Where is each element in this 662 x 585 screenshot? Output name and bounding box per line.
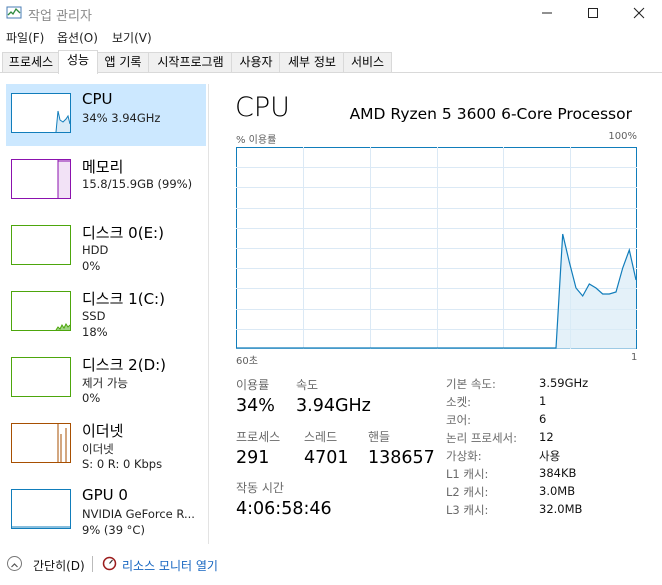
disk1-mini-graph [11,291,71,331]
utilization-label: 이용률 [236,378,270,392]
speed-label: 속도 [296,378,319,392]
device-name: GPU 0 [82,486,128,504]
menu-file[interactable]: 파일(F) [6,29,44,46]
uptime-label: 작동 시간 [236,481,284,495]
spec-sockets-label: 소켓: [446,395,472,409]
resource-monitor-icon [102,556,117,571]
device-name: 디스크 2(D:) [82,356,167,374]
uptime-value: 4:06:58:46 [236,499,332,519]
spec-cores-label: 코어: [446,413,472,427]
device-usage: 9% (39 °C) [82,523,145,537]
device-type: 이더넷 [82,442,114,456]
device-throughput: S: 0 R: 0 Kbps [82,457,163,471]
spec-base-speed-value: 3.59GHz [539,376,589,390]
spec-l3-cache-label: L3 캐시: [446,503,489,517]
tab-details[interactable]: 세부 정보 [279,52,345,72]
disk2-mini-graph [11,357,71,397]
tab-services[interactable]: 서비스 [343,52,392,72]
fewer-details-button[interactable]: 간단히(D) [33,557,85,574]
footer-separator [92,556,93,572]
device-usage: 0% [82,259,101,273]
tab-performance[interactable]: 성능 [58,50,98,74]
processes-value: 291 [236,448,270,468]
device-name: CPU [82,90,113,108]
footer-bar: 간단히(D) 리소스 모니터 열기 [0,553,662,577]
spec-virtualization-label: 가상화: [446,449,482,463]
handles-value: 138657 [368,448,435,468]
device-type: HDD [82,243,109,257]
close-icon [633,7,645,19]
device-list: CPU 34% 3.94GHz 메모리 15.8/15.9GB (99%) 디스… [0,84,207,544]
spec-l2-cache-value: 3.0MB [539,484,576,498]
chevron-up-icon[interactable] [7,556,22,571]
device-item-gpu[interactable]: GPU 0 NVIDIA GeForce R... 9% (39 °C) [6,480,206,542]
utilization-value: 34% [236,396,275,416]
spec-base-speed-label: 기본 속도: [446,377,496,391]
graph-x-right-label: 1 [631,352,638,363]
close-button[interactable] [616,0,662,26]
device-item-memory[interactable]: 메모리 15.8/15.9GB (99%) [6,150,206,212]
cpu-utilization-graph [236,147,637,349]
spec-l1-cache-value: 384KB [539,466,577,480]
handles-label: 핸들 [368,430,391,444]
device-summary: 15.8/15.9GB (99%) [82,177,193,191]
window-title: 작업 관리자 [28,9,92,24]
disk0-mini-graph [11,225,71,265]
minimize-button[interactable] [524,0,570,26]
device-name: 메모리 [82,158,124,176]
device-summary: 34% 3.94GHz [82,111,161,125]
ethernet-mini-graph [11,423,71,463]
threads-label: 스레드 [304,430,338,444]
spec-l2-cache-label: L2 캐시: [446,485,489,499]
device-item-disk1[interactable]: 디스크 1(C:) SSD 18% [6,282,206,344]
maximize-icon [588,8,598,18]
tab-processes[interactable]: 프로세스 [2,52,60,72]
device-item-ethernet[interactable]: 이더넷 이더넷 S: 0 R: 0 Kbps [6,414,206,476]
tab-app-history[interactable]: 앱 기록 [96,52,150,72]
spec-l1-cache-label: L1 캐시: [446,467,489,481]
gpu-mini-graph [11,489,71,529]
task-manager-app-icon [6,6,22,19]
device-usage: 0% [82,391,101,405]
panel-divider[interactable] [208,84,209,544]
device-name: 디스크 0(E:) [82,224,164,242]
menu-options[interactable]: 옵션(O) [57,29,98,46]
menu-view[interactable]: 보기(V) [112,29,152,46]
graph-y-label: % 이용률 [236,135,277,146]
processes-label: 프로세스 [236,430,281,444]
device-model: NVIDIA GeForce R... [82,507,195,521]
speed-value: 3.94GHz [296,396,371,416]
maximize-button[interactable] [570,0,616,26]
device-name: 디스크 1(C:) [82,290,165,308]
spec-virtualization-value: 사용 [539,449,561,463]
title-bar[interactable]: 작업 관리자 [0,0,662,26]
spec-cores-value: 6 [539,412,547,426]
memory-mini-graph [11,159,71,199]
spec-l3-cache-value: 32.0MB [539,502,583,516]
device-type: SSD [82,309,106,323]
spec-sockets-value: 1 [539,394,547,408]
detail-title: CPU [235,92,290,123]
device-name: 이더넷 [82,422,124,440]
device-type: 제거 가능 [82,376,128,390]
tab-users[interactable]: 사용자 [231,52,281,72]
graph-x-left-label: 60초 [236,356,258,367]
cpu-mini-graph [11,93,71,133]
tab-strip: 프로세스 성능 앱 기록 시작프로그램 사용자 세부 정보 서비스 [0,50,662,74]
minimize-icon [542,12,552,14]
spec-logical-processors-value: 12 [539,430,554,444]
open-resource-monitor-link[interactable]: 리소스 모니터 열기 [122,557,218,574]
device-item-disk2[interactable]: 디스크 2(D:) 제거 가능 0% [6,348,206,410]
device-item-cpu[interactable]: CPU 34% 3.94GHz [6,84,206,146]
graph-y-max-label: 100% [608,131,637,142]
spec-logical-processors-label: 논리 프로세서: [446,431,518,445]
cpu-model-name: AMD Ryzen 5 3600 6-Core Processor [349,105,632,123]
threads-value: 4701 [304,448,349,468]
device-usage: 18% [82,325,108,339]
tab-startup[interactable]: 시작프로그램 [148,52,233,72]
device-item-disk0[interactable]: 디스크 0(E:) HDD 0% [6,216,206,278]
